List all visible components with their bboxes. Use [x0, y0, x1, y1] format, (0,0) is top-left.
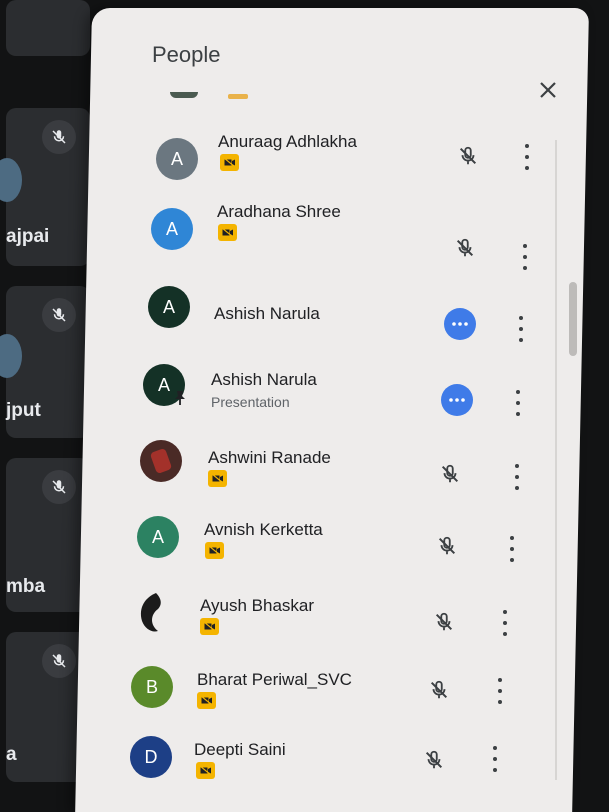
more-options-icon[interactable]: [507, 536, 517, 562]
participant-row[interactable]: A Avnish Kerketta: [137, 516, 527, 576]
participant-row[interactable]: A Ashish Narula: [148, 286, 538, 346]
panel-title: People: [152, 42, 221, 67]
more-horizontal-icon: [452, 322, 468, 326]
participant-name: Ashish Narula: [214, 304, 320, 323]
participant-row[interactable]: B Bharat Periwal_SVC: [131, 666, 521, 726]
avatar: A: [148, 286, 190, 328]
more-options-icon[interactable]: [490, 746, 500, 772]
camera-off-badge-icon: [218, 224, 237, 241]
partial-row-top: [170, 92, 250, 104]
participant-row[interactable]: A Ashish Narula Presentation: [143, 364, 533, 424]
more-actions-button[interactable]: [444, 308, 476, 340]
more-options-icon[interactable]: [522, 144, 532, 170]
more-options-icon[interactable]: [513, 390, 523, 416]
participant-name: Ayush Bhaskar: [200, 596, 315, 615]
more-actions-button[interactable]: [441, 384, 473, 416]
participant-name: Avnish Kerketta: [204, 520, 323, 539]
mic-muted-icon: [436, 460, 464, 488]
participant-row[interactable]: D Deepti Saini: [130, 736, 520, 796]
background-tile-4: mba: [6, 458, 90, 612]
more-options-icon[interactable]: [495, 678, 505, 704]
camera-off-badge-icon: [196, 762, 215, 779]
list-divider: [555, 140, 557, 780]
participant-name: Ashwini Ranade: [208, 448, 331, 467]
mic-off-icon: [42, 120, 76, 154]
tile-name: jput: [6, 400, 41, 421]
tile-name: a: [6, 744, 17, 765]
camera-off-badge-icon: [208, 470, 227, 487]
avatar: A: [137, 516, 179, 558]
background-tile-2: ajpai: [0, 108, 90, 266]
background-tile-3: jput: [0, 286, 90, 438]
more-options-icon[interactable]: [516, 316, 526, 342]
avatar: D: [130, 736, 172, 778]
participant-name: Deepti Saini: [194, 740, 286, 759]
participant-row[interactable]: Ashwini Ranade: [140, 440, 530, 500]
mic-muted-icon: [425, 676, 453, 704]
tile-name: ajpai: [6, 226, 50, 247]
close-button[interactable]: [532, 74, 564, 106]
participant-name: Ashish Narula: [211, 370, 317, 389]
mic-muted-icon: [451, 234, 479, 262]
avatar-photo: [132, 592, 174, 634]
more-options-icon[interactable]: [520, 244, 530, 270]
avatar: A: [151, 208, 193, 250]
participant-name: Bharat Periwal_SVC: [197, 670, 352, 689]
pin-icon: [175, 391, 185, 405]
camera-off-badge-icon: [205, 542, 224, 559]
close-icon: [540, 82, 556, 98]
participant-row[interactable]: Ayush Bhaskar: [132, 592, 522, 652]
background-tile-1: [6, 0, 90, 56]
avatar: A: [156, 138, 198, 180]
mic-off-icon: [42, 470, 76, 504]
avatar: B: [131, 666, 173, 708]
mic-off-icon: [42, 644, 76, 678]
camera-off-badge-icon: [197, 692, 216, 709]
more-options-icon[interactable]: [512, 464, 522, 490]
avatar-photo: [140, 440, 182, 482]
participant-row[interactable]: A Aradhana Shree: [151, 202, 541, 270]
mic-muted-icon: [420, 746, 448, 774]
mic-muted-icon: [433, 532, 461, 560]
mic-muted-icon: [454, 142, 482, 170]
scrollbar-thumb[interactable]: [569, 282, 577, 356]
camera-off-badge-icon: [200, 618, 219, 635]
camera-off-badge-icon: [220, 154, 239, 171]
more-options-icon[interactable]: [500, 610, 510, 636]
participant-name: Anuraag Adhlakha: [218, 132, 357, 151]
mic-off-icon: [42, 298, 76, 332]
more-horizontal-icon: [449, 398, 465, 402]
participant-name: Aradhana Shree: [217, 202, 341, 221]
participant-subtitle: Presentation: [211, 394, 290, 410]
tile-name: mba: [6, 576, 46, 597]
participant-row[interactable]: A Anuraag Adhlakha: [156, 132, 546, 198]
mic-muted-icon: [430, 608, 458, 636]
